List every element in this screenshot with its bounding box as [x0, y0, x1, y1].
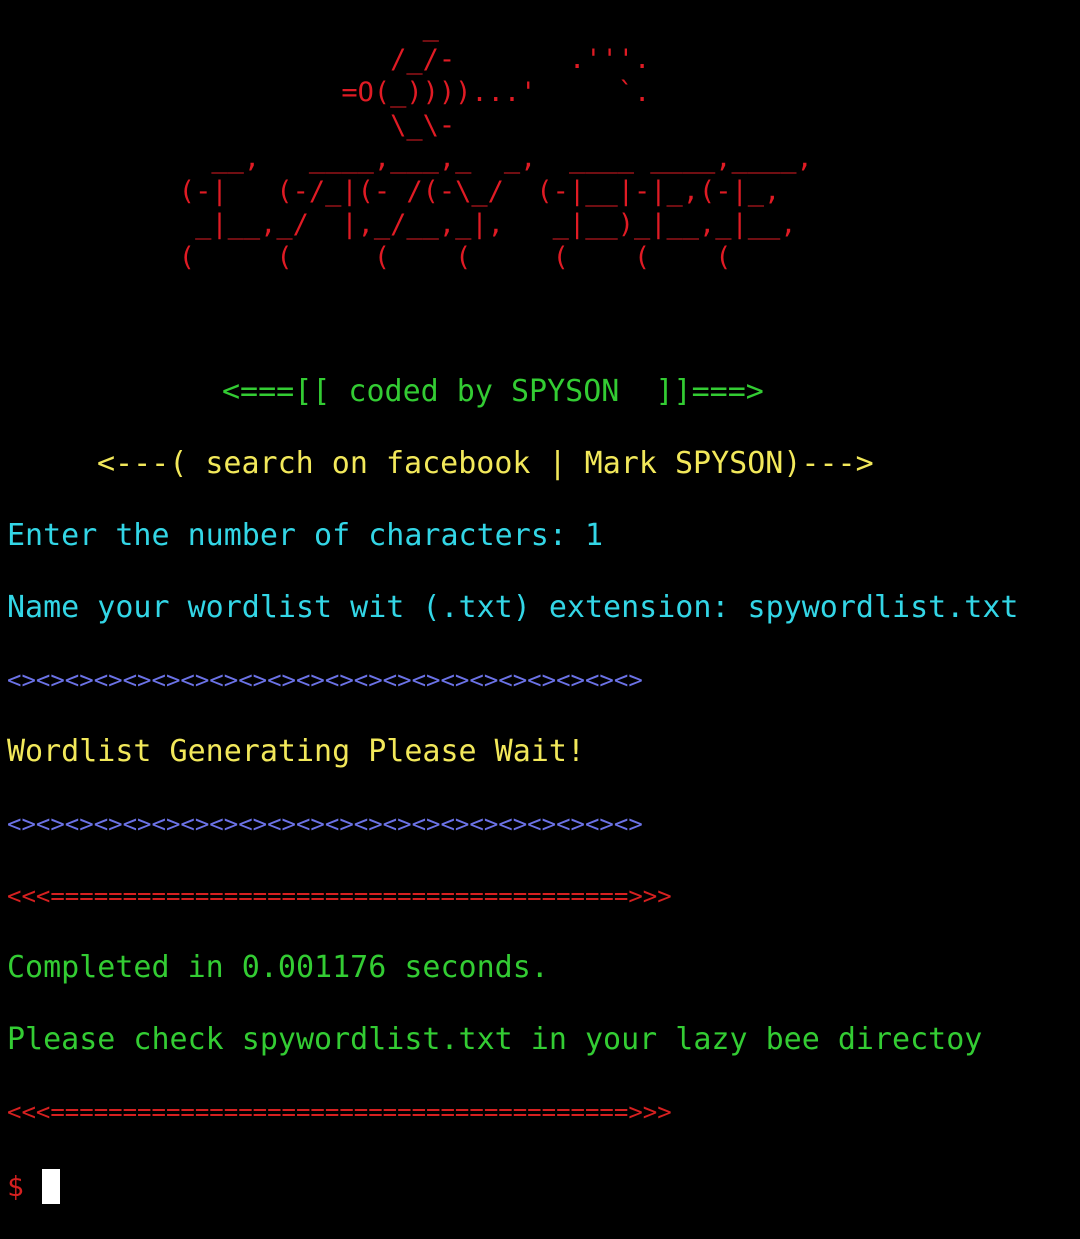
prompt-name-line: Name your wordlist wit (.txt) extension:…	[7, 590, 1019, 625]
separator-red-2: <<<=====================================…	[7, 1098, 672, 1126]
separator-red-1: <<<=====================================…	[7, 882, 672, 910]
generating-line: Wordlist Generating Please Wait!	[7, 734, 585, 769]
text-cursor[interactable]	[41, 1168, 60, 1204]
prompt-chars-line: Enter the number of characters: 1	[7, 518, 604, 553]
ascii-art-banner: _ /_/- .'''. =O(_))))...' `. \_\- __, __…	[178, 11, 813, 273]
search-hint-line: <---( search on facebook | Mark SPYSON)-…	[97, 446, 874, 481]
separator-blue-1: <><><><><><><><><><><><><><><><><><><><>…	[7, 666, 643, 694]
prompt-symbol: $	[7, 1169, 24, 1203]
separator-blue-2: <><><><><><><><><><><><><><><><><><><><>…	[7, 810, 643, 838]
check-file-line: Please check spywordlist.txt in your laz…	[7, 1022, 983, 1057]
shell-prompt[interactable]: $	[7, 1166, 60, 1206]
terminal-window[interactable]: _ /_/- .'''. =O(_))))...' `. \_\- __, __…	[0, 0, 1080, 1239]
completed-line: Completed in 0.001176 seconds.	[7, 950, 549, 985]
coded-by-line: <===[[ coded by SPYSON ]]===>	[222, 374, 764, 409]
